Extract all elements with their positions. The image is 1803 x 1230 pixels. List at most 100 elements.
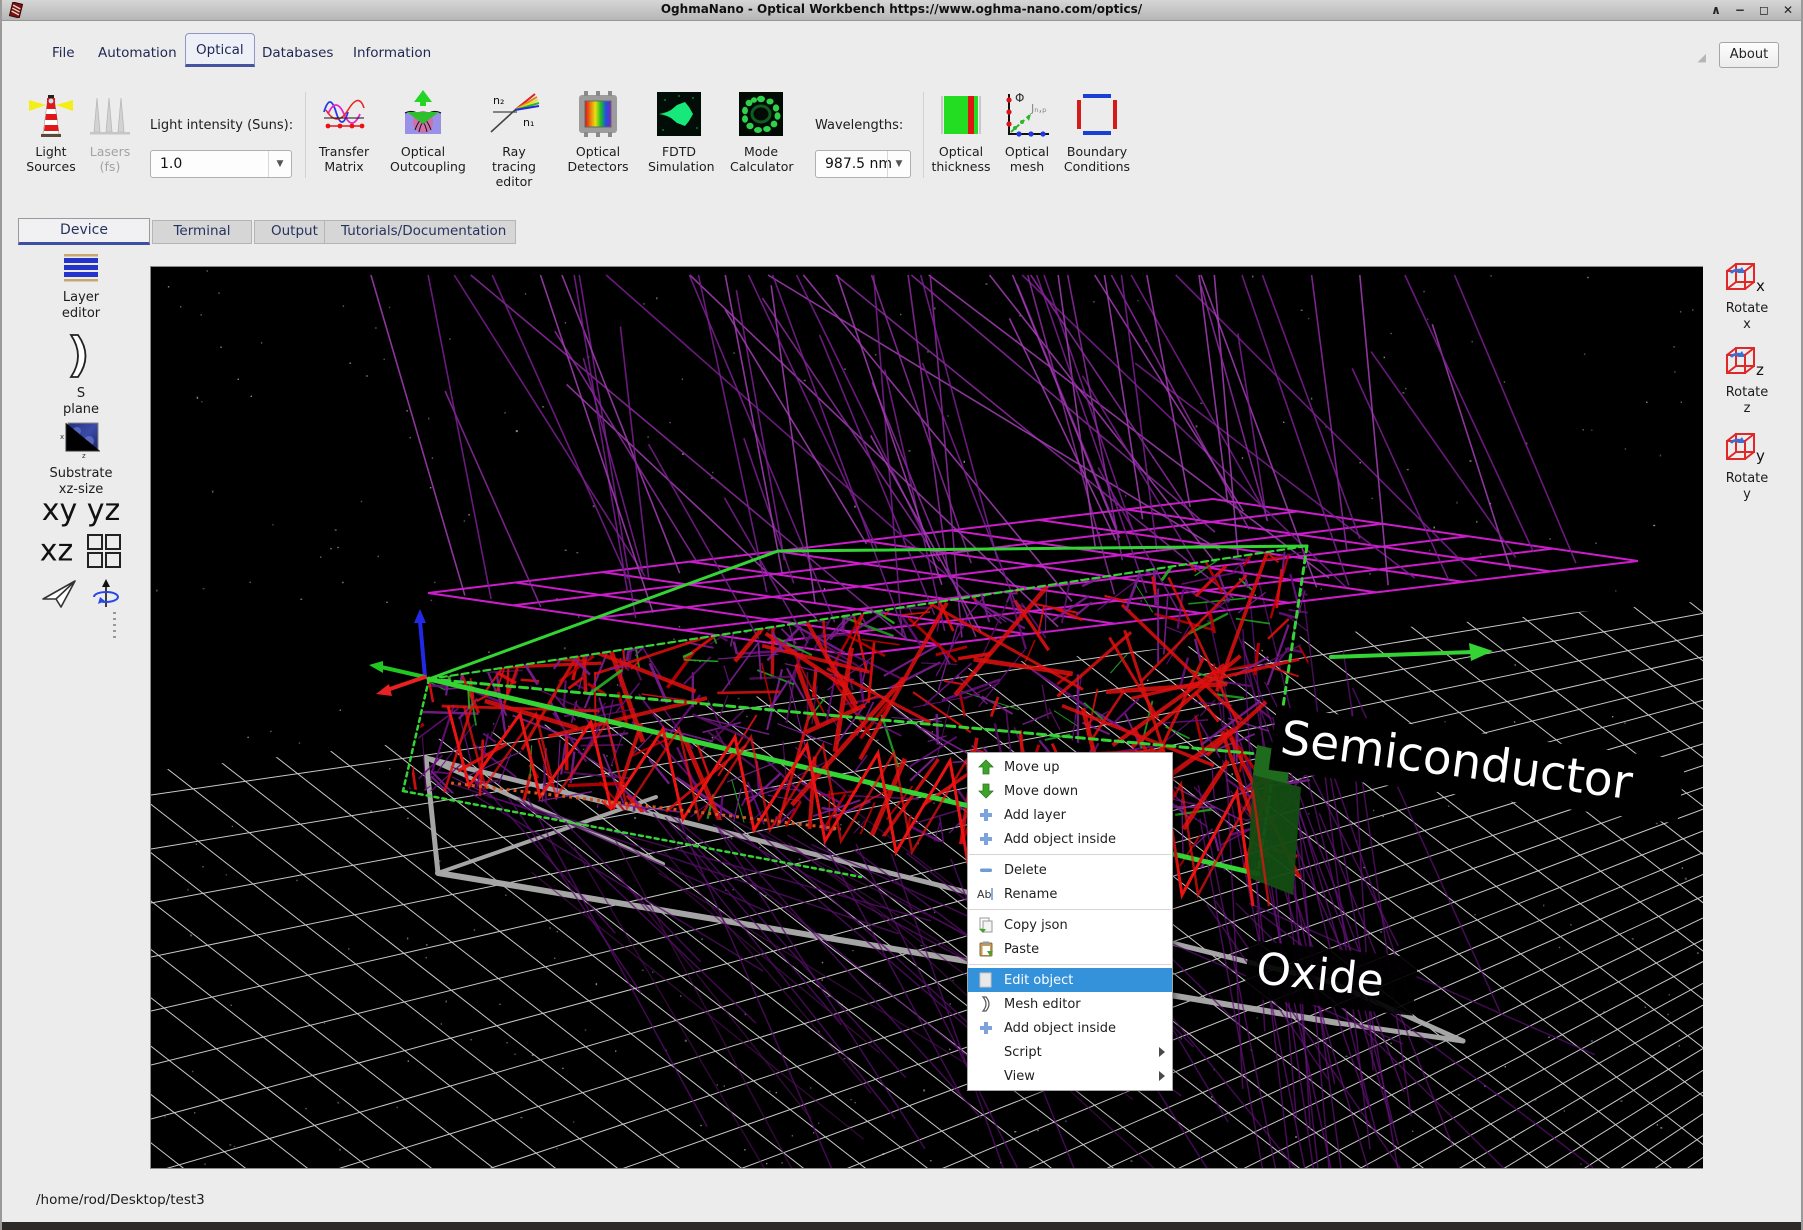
- paste-clipboard-icon: [977, 941, 995, 957]
- optical-outcoupling-button[interactable]: OpticalOutcoupling: [390, 90, 456, 174]
- menu-file[interactable]: File: [44, 39, 83, 67]
- svg-text:n₁: n₁: [523, 116, 534, 129]
- current-path: /home/rod/Desktop/test3: [36, 1192, 205, 1208]
- tab-output[interactable]: Output: [254, 220, 326, 244]
- menu-item-add-object-inside[interactable]: Add object inside: [968, 827, 1172, 851]
- svg-text:Jₙ,ₚ: Jₙ,ₚ: [1030, 102, 1047, 115]
- layer-editor-button[interactable]: Layereditor: [12, 253, 150, 322]
- menu-optical[interactable]: Optical: [185, 33, 255, 67]
- minimize-icon[interactable]: −: [1735, 1, 1745, 19]
- s-plane-button[interactable]: Splane: [12, 333, 150, 418]
- four-views-icon: [86, 533, 122, 569]
- svg-text:x: x: [60, 433, 64, 441]
- optical-detectors-button[interactable]: OpticalDetectors: [567, 90, 629, 174]
- transfer-matrix-button[interactable]: TransferMatrix: [317, 90, 371, 174]
- optical-thickness-button[interactable]: Opticalthickness: [930, 90, 992, 174]
- minus-icon: [977, 862, 995, 878]
- fdtd-pulse-icon: [655, 90, 703, 140]
- svg-text:x: x: [1756, 277, 1765, 295]
- sidebar: Layereditor Splane xz Substratexz-size x…: [12, 245, 150, 1175]
- svg-text:Ab: Ab: [977, 888, 992, 901]
- edit-object-icon: [977, 972, 995, 988]
- rotate-cube-icon: z: [1723, 345, 1771, 381]
- statusbar: /home/rod/Desktop/test3: [2, 1180, 1801, 1222]
- paper-plane-icon: [41, 577, 79, 611]
- lasers-button: Lasers(fs): [86, 90, 134, 174]
- refraction-icon: n₂ n₁: [487, 90, 541, 140]
- svg-text:Φ: Φ: [1015, 91, 1024, 105]
- substrate-xz-size-button[interactable]: xz Substratexz-size: [12, 421, 150, 498]
- menu-item-add-object-inside-2[interactable]: Add object inside: [968, 1016, 1172, 1040]
- tab-terminal[interactable]: Terminal: [152, 220, 252, 244]
- menubar: File Automation Optical Databases Inform…: [2, 21, 1801, 77]
- submenu-arrow-icon: [1159, 1071, 1165, 1081]
- rotate-z-button[interactable]: z Rotatez: [1703, 345, 1791, 417]
- context-menu: Move up Move down Add layer Add object i…: [967, 752, 1173, 1091]
- boundary-box-icon: [1073, 90, 1121, 140]
- plus-icon: [977, 807, 995, 823]
- rotate-y-button[interactable]: y Rotatey: [1703, 431, 1791, 503]
- close-icon[interactable]: ✕: [1783, 1, 1793, 19]
- 3d-viewport[interactable]: SemiconductorOxide: [150, 266, 1704, 1169]
- light-intensity-label: Light intensity (Suns):: [150, 118, 293, 133]
- menu-databases[interactable]: Databases: [254, 39, 341, 67]
- transfer-matrix-icon: [320, 90, 368, 140]
- menu-item-delete[interactable]: Delete: [968, 858, 1172, 882]
- tab-tutorials[interactable]: Tutorials/Documentation: [324, 220, 516, 244]
- wavelengths-label: Wavelengths:: [815, 118, 903, 133]
- fdtd-simulation-button[interactable]: FDTDSimulation: [648, 90, 710, 174]
- boundary-conditions-button[interactable]: BoundaryConditions: [1060, 90, 1134, 174]
- layer-stack-icon: [60, 253, 102, 283]
- about-button[interactable]: About: [1719, 42, 1779, 68]
- copy-icon: [977, 917, 995, 933]
- maximize-icon[interactable]: ◻: [1759, 1, 1769, 19]
- plus-icon: [977, 831, 995, 847]
- pane-splitter[interactable]: [113, 612, 116, 640]
- tab-device-structure[interactable]: Device structure: [18, 218, 150, 245]
- menu-item-move-down[interactable]: Move down: [968, 779, 1172, 803]
- svg-text:z: z: [82, 452, 86, 459]
- view-xz-grid-buttons[interactable]: xz: [12, 533, 150, 569]
- s-plane-icon: [66, 333, 96, 379]
- wavelengths-select[interactable]: 987.5 nm ▼: [815, 150, 911, 178]
- laser-pulses-icon: [88, 90, 132, 140]
- svg-text:z: z: [1756, 361, 1764, 379]
- titlebar[interactable]: OghmaNano - Optical Workbench https://ww…: [2, 0, 1801, 21]
- move-down-icon: [977, 783, 995, 799]
- thickness-layers-icon: [937, 90, 985, 140]
- menu-item-mesh-editor[interactable]: Mesh editor: [968, 992, 1172, 1016]
- detector-chip-icon: [574, 90, 622, 140]
- light-sources-button[interactable]: LightSources: [20, 90, 82, 174]
- menu-item-move-up[interactable]: Move up: [968, 755, 1172, 779]
- rotate-x-button[interactable]: x Rotatex: [1703, 261, 1791, 333]
- mesh-axes-icon: Φ Jₙ,ₚ: [1001, 90, 1053, 140]
- rotate-cube-icon: y: [1723, 431, 1771, 467]
- menu-item-edit-object[interactable]: Edit object: [968, 968, 1172, 992]
- menu-item-rename[interactable]: Ab Rename: [968, 882, 1172, 906]
- menu-automation[interactable]: Automation: [90, 39, 185, 67]
- menu-item-copy-json[interactable]: Copy json: [968, 913, 1172, 937]
- mode-calculator-button[interactable]: ModeCalculator: [730, 90, 792, 174]
- optical-mesh-button[interactable]: Φ Jₙ,ₚ Opticalmesh: [998, 90, 1056, 174]
- resize-grip-icon: ◢: [1698, 51, 1706, 64]
- move-up-icon: [977, 759, 995, 775]
- ray-tracing-editor-button[interactable]: n₂ n₁ Ray tracingeditor: [479, 90, 549, 189]
- submenu-arrow-icon: [1159, 1047, 1165, 1057]
- menu-item-paste[interactable]: Paste: [968, 937, 1172, 961]
- menu-item-add-layer[interactable]: Add layer: [968, 803, 1172, 827]
- chevron-down-icon: ▼: [268, 151, 291, 177]
- rotate-toolbar: x Rotatex z Rotatez: [1703, 245, 1803, 1175]
- menu-item-view[interactable]: View: [968, 1064, 1172, 1088]
- svg-text:y: y: [1756, 447, 1765, 465]
- menu-item-script[interactable]: Script: [968, 1040, 1172, 1064]
- rollup-icon[interactable]: ∧: [1711, 1, 1721, 19]
- menu-information[interactable]: Information: [345, 39, 439, 67]
- plus-icon: [977, 1020, 995, 1036]
- chevron-down-icon: ▼: [887, 151, 910, 177]
- light-intensity-select[interactable]: 1.0 ▼: [150, 150, 292, 178]
- view-xy-yz-buttons[interactable]: xy yz: [12, 493, 150, 528]
- rotate-cube-icon: x: [1723, 261, 1771, 297]
- mode-rings-icon: [737, 90, 785, 140]
- view-fly-rotate-buttons[interactable]: [12, 577, 150, 611]
- outcoupling-icon: [399, 90, 447, 140]
